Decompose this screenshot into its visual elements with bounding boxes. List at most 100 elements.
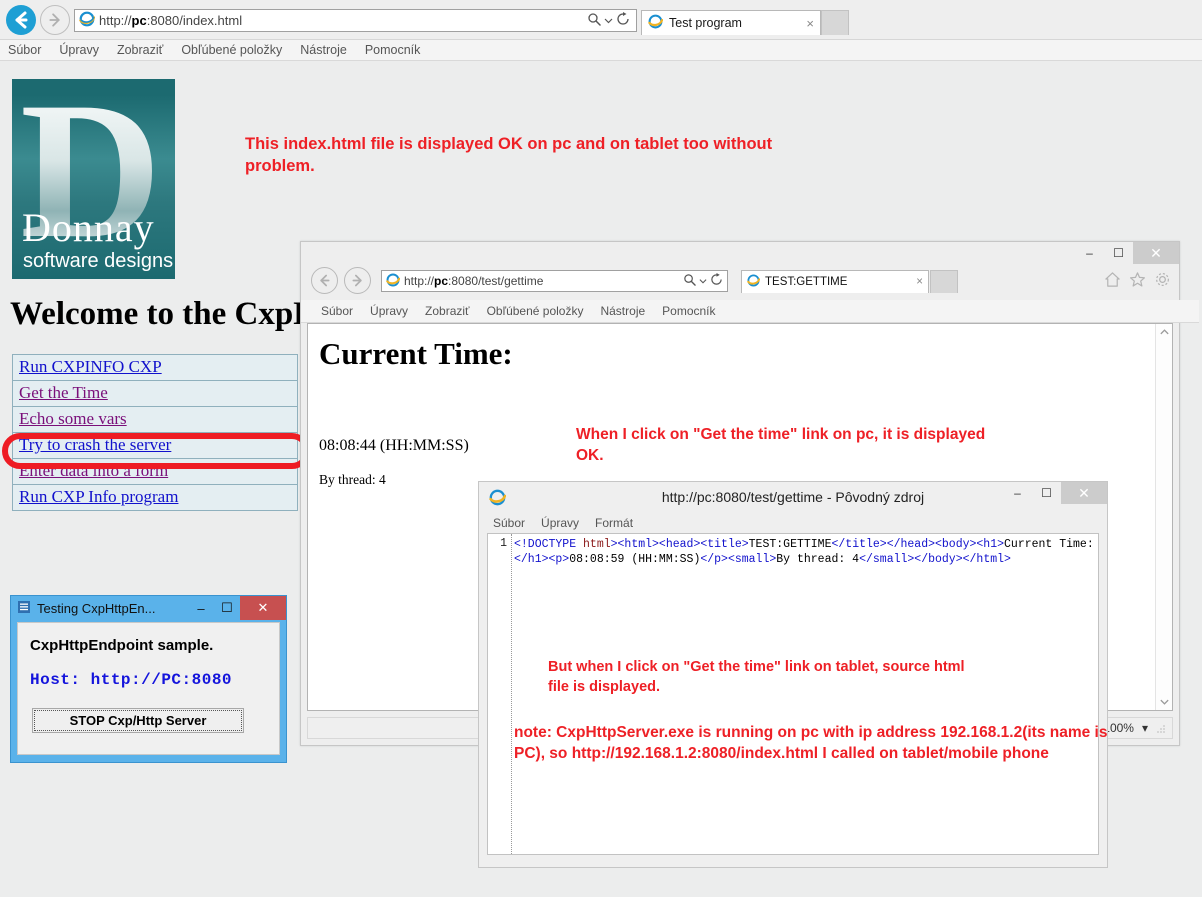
menu-item-subor[interactable]: Súbor bbox=[493, 516, 525, 530]
tab-close-icon[interactable]: × bbox=[800, 16, 814, 31]
menu-item-oblubene-polozky[interactable]: Obľúbené položky bbox=[487, 304, 584, 318]
list-item[interactable]: Enter data into a form bbox=[13, 459, 297, 485]
menu-item-upravy[interactable]: Úpravy bbox=[370, 304, 408, 318]
gettime-minimize-button[interactable]: – bbox=[1075, 242, 1104, 264]
list-item[interactable]: Echo some vars bbox=[13, 407, 297, 433]
gettime-address-bar[interactable]: http://pc:8080/test/gettime bbox=[381, 270, 728, 292]
address-bar[interactable]: http://pc:8080/index.html bbox=[74, 9, 637, 32]
chevron-down-icon[interactable] bbox=[604, 13, 613, 28]
link-run-cxp-info-program[interactable]: Run CXP Info program bbox=[19, 487, 178, 506]
dialog-app-icon bbox=[17, 600, 31, 617]
annotation-gettime: When I click on "Get the time" link on p… bbox=[576, 426, 986, 464]
dialog-maximize-button[interactable]: ☐ bbox=[214, 596, 240, 620]
logo-tagline: software designs bbox=[23, 250, 174, 272]
menu-item-zobrazit[interactable]: Zobraziť bbox=[425, 304, 470, 318]
gettime-back-button[interactable] bbox=[311, 267, 338, 294]
code-token: html bbox=[583, 538, 611, 551]
tab-test-program[interactable]: Test program × bbox=[641, 10, 821, 35]
resize-grip-icon[interactable] bbox=[1156, 723, 1166, 733]
menu-item-pomocnik[interactable]: Pomocník bbox=[662, 304, 715, 318]
dialog-body: CxpHttpEndpoint sample. Host: http://PC:… bbox=[17, 622, 280, 755]
code-token: By thread: 4 bbox=[776, 553, 860, 566]
source-close-button[interactable]: ✕ bbox=[1061, 482, 1107, 504]
scroll-down-icon[interactable] bbox=[1156, 693, 1172, 710]
gettime-close-button[interactable]: ✕ bbox=[1133, 242, 1179, 264]
dialog-close-button[interactable]: ✕ bbox=[240, 596, 286, 620]
scroll-up-icon[interactable] bbox=[1156, 324, 1172, 341]
link-get-the-time[interactable]: Get the Time bbox=[19, 383, 108, 402]
list-item[interactable]: Get the Time bbox=[13, 381, 297, 407]
list-item[interactable]: Run CXPINFO CXP bbox=[13, 355, 297, 381]
source-minimize-button[interactable]: – bbox=[1003, 482, 1032, 504]
back-button[interactable] bbox=[6, 5, 36, 35]
menu-item-subor[interactable]: Súbor bbox=[321, 304, 353, 318]
cxp-http-server-dialog: Testing CxpHttpEn... – ☐ ✕ CxpHttpEndpoi… bbox=[10, 595, 287, 763]
menu-item-pomocnik[interactable]: Pomocník bbox=[365, 43, 421, 57]
source-view-window: http://pc:8080/test/gettime - Pôvodný zd… bbox=[478, 481, 1108, 868]
code-token: </h1><p> bbox=[514, 553, 570, 566]
dialog-host-label: Host: http://PC:8080 bbox=[30, 671, 233, 689]
tab-label: Test program bbox=[669, 16, 742, 30]
forward-arrow-icon bbox=[352, 274, 362, 287]
refresh-icon[interactable] bbox=[616, 12, 630, 29]
link-list: Run CXPINFO CXP Get the Time Echo some v… bbox=[12, 354, 298, 511]
forward-button[interactable] bbox=[40, 5, 70, 35]
list-item[interactable]: Run CXP Info program bbox=[13, 485, 297, 510]
refresh-icon[interactable] bbox=[710, 273, 723, 289]
code-token: </title></head><body><h1> bbox=[831, 538, 1005, 551]
line-number-gutter: 1 bbox=[488, 534, 512, 854]
vertical-scrollbar[interactable] bbox=[1155, 324, 1172, 710]
annotation-source: But when I click on "Get the time" link … bbox=[548, 659, 965, 696]
dialog-minimize-button[interactable]: – bbox=[188, 596, 214, 620]
menu-item-upravy[interactable]: Úpravy bbox=[541, 516, 579, 530]
link-enter-data-into-a-form[interactable]: Enter data into a form bbox=[19, 461, 168, 480]
annotation-top: This index.html file is displayed OK on … bbox=[245, 135, 773, 176]
code-token: <!DOCTYPE bbox=[514, 538, 584, 551]
tab-strip: Test program × bbox=[641, 10, 849, 35]
zoom-dropdown-icon[interactable]: ▾ bbox=[1142, 721, 1148, 735]
code-token: Current Time: bbox=[1004, 538, 1094, 551]
link-echo-some-vars[interactable]: Echo some vars bbox=[19, 409, 127, 428]
link-run-cxpinfo-cxp[interactable]: Run CXPINFO CXP bbox=[19, 357, 162, 376]
donnay-logo: D Donnay software designs bbox=[12, 71, 175, 279]
menu-item-subor[interactable]: Súbor bbox=[8, 43, 41, 57]
gettime-address-text: http://pc:8080/test/gettime bbox=[404, 274, 544, 288]
search-icon[interactable] bbox=[683, 273, 696, 289]
menu-item-format[interactable]: Formát bbox=[595, 516, 633, 530]
new-tab-button[interactable] bbox=[821, 10, 849, 35]
tab-test-gettime[interactable]: TEST:GETTIME × bbox=[741, 270, 929, 293]
gettime-time-value: 08:08:44 (HH:MM:SS) bbox=[319, 437, 469, 454]
source-code-line: <!DOCTYPE html><html><head><title>TEST:G… bbox=[514, 537, 1094, 567]
menu-item-nastroje[interactable]: Nástroje bbox=[600, 304, 645, 318]
ie-favicon-icon bbox=[386, 273, 401, 290]
search-icon[interactable] bbox=[587, 12, 601, 29]
menu-item-nastroje[interactable]: Nástroje bbox=[300, 43, 347, 57]
list-item[interactable]: Try to crash the server bbox=[13, 433, 297, 459]
link-try-to-crash-the-server[interactable]: Try to crash the server bbox=[19, 435, 171, 454]
browser-toolbar: http://pc:8080/index.html Test program × bbox=[0, 0, 1202, 40]
code-token: </p><small> bbox=[700, 553, 777, 566]
code-token: TEST:GETTIME bbox=[748, 538, 832, 551]
favorites-star-icon[interactable] bbox=[1129, 271, 1146, 291]
tab-close-icon[interactable]: × bbox=[916, 276, 923, 288]
code-token: </small></body></html> bbox=[859, 553, 1011, 566]
chevron-down-icon[interactable] bbox=[696, 274, 710, 288]
gettime-toolbar: http://pc:8080/test/gettime TEST:GETTIME… bbox=[301, 264, 1179, 300]
source-code-area[interactable]: 1 <!DOCTYPE html><html><head><title>TEST… bbox=[487, 533, 1099, 855]
dialog-title-bar: Testing CxpHttpEn... – ☐ ✕ bbox=[11, 596, 286, 620]
forward-arrow-icon bbox=[49, 13, 60, 27]
gettime-maximize-button[interactable]: ☐ bbox=[1104, 242, 1133, 264]
command-bar bbox=[1104, 271, 1171, 291]
stop-server-button[interactable]: STOP Cxp/Http Server bbox=[32, 708, 244, 733]
new-tab-button[interactable] bbox=[930, 270, 958, 293]
gear-icon[interactable] bbox=[1154, 271, 1171, 291]
menu-item-zobrazit[interactable]: Zobraziť bbox=[117, 43, 163, 57]
ie-favicon-icon bbox=[79, 11, 96, 30]
home-icon[interactable] bbox=[1104, 271, 1121, 291]
source-maximize-button[interactable]: ☐ bbox=[1032, 482, 1061, 504]
menu-bar: Súbor Úpravy Zobraziť Obľúbené položky N… bbox=[0, 40, 1202, 61]
menu-item-oblubene-polozky[interactable]: Obľúbené položky bbox=[181, 43, 282, 57]
menu-item-upravy[interactable]: Úpravy bbox=[59, 43, 99, 57]
gettime-forward-button[interactable] bbox=[344, 267, 371, 294]
source-menu-bar: Súbor Úpravy Formát bbox=[487, 513, 1105, 533]
